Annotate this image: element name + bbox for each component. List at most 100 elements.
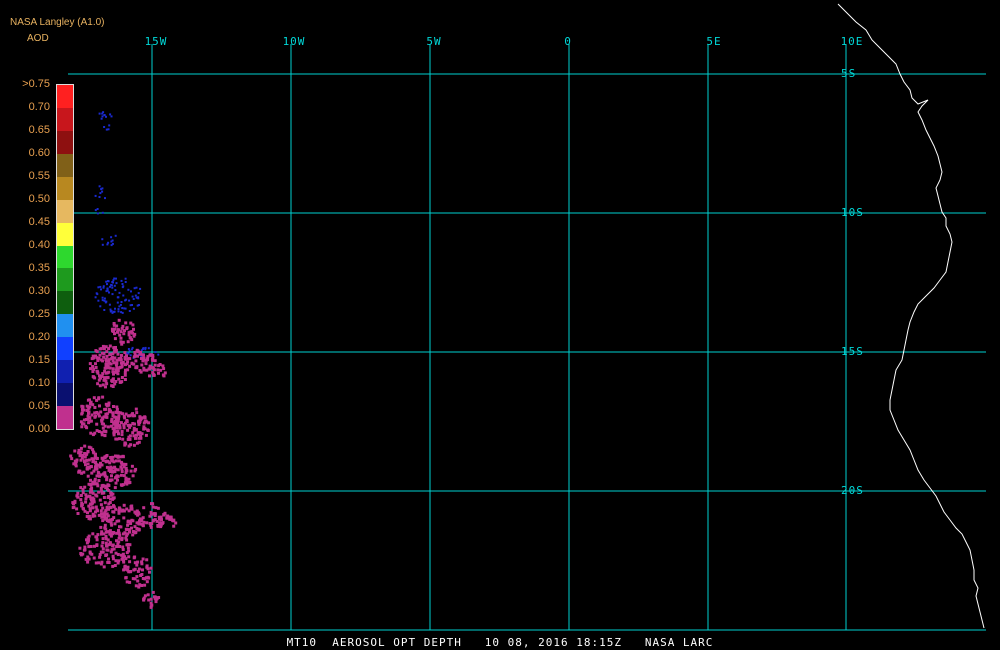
- aod-pixel: [107, 407, 111, 411]
- aod-pixel: [99, 509, 103, 513]
- aod-pixel: [130, 464, 134, 468]
- aod-pixel: [113, 356, 117, 360]
- aod-pixel: [94, 466, 98, 470]
- aod-pixel: [127, 509, 131, 513]
- aod-pixel: [79, 450, 83, 454]
- aod-pixel: [109, 550, 113, 554]
- aod-pixel: [137, 420, 140, 424]
- colorbar-tick-label: 0.05: [28, 400, 50, 412]
- aod-pixel: [102, 355, 106, 359]
- aod-pixel: [119, 553, 123, 557]
- aod-pixel: [109, 478, 113, 482]
- aod-pixel: [143, 594, 147, 598]
- aod-pixel: [117, 506, 121, 510]
- aod-pixel: [109, 285, 111, 288]
- colorbar-swatch: [57, 383, 73, 407]
- aod-pixel: [145, 580, 149, 584]
- aod-pixel: [120, 301, 123, 303]
- aod-pixel: [113, 284, 116, 287]
- aod-pixel: [98, 404, 101, 408]
- aod-pixel: [82, 408, 86, 412]
- colorbar-tick-label: >0.75: [22, 78, 50, 90]
- aod-pixel: [96, 382, 100, 386]
- aod-pixel: [91, 365, 95, 368]
- aod-pixel: [129, 304, 132, 307]
- aod-pixel: [80, 412, 84, 416]
- aod-pixel: [104, 508, 108, 512]
- aod-pixel: [136, 513, 140, 517]
- aod-pixel: [104, 429, 108, 433]
- aod-pixel: [120, 279, 123, 282]
- aod-pixel: [91, 354, 95, 358]
- aod-pixel: [121, 437, 125, 441]
- aod-pixel: [120, 433, 124, 437]
- aod-pixel: [162, 367, 166, 371]
- aod-pixel: [95, 292, 98, 295]
- aod-pixel: [112, 430, 116, 434]
- aod-pixel: [101, 417, 105, 421]
- lon-label-0: 0: [564, 35, 572, 48]
- aod-pixel: [139, 350, 142, 354]
- aod-pixel: [94, 362, 97, 366]
- aod-pixel: [92, 457, 95, 461]
- aod-pixel: [145, 521, 149, 525]
- aod-pixel: [122, 294, 125, 297]
- aod-pixel: [110, 236, 113, 239]
- aod-pixel: [111, 329, 114, 333]
- colorbar-swatch: [57, 406, 73, 430]
- aod-pixel: [87, 545, 91, 549]
- aod-pixel: [116, 296, 119, 299]
- aod-pixel: [101, 426, 105, 430]
- aod-pixel: [133, 287, 136, 290]
- aod-pixel: [111, 239, 114, 242]
- aod-pixel: [128, 414, 132, 418]
- aod-pixel: [127, 333, 131, 337]
- aod-pixel: [127, 555, 131, 559]
- aod-pixel: [159, 525, 163, 529]
- aod-pixel: [133, 422, 136, 426]
- aod-pixel: [96, 212, 99, 215]
- aod-pixel: [120, 430, 124, 433]
- aod-pixel: [131, 331, 135, 335]
- aod-pixel: [69, 454, 73, 458]
- aod-pixel: [132, 434, 136, 438]
- aod-pixel: [145, 558, 149, 562]
- aod-pixel: [106, 283, 108, 286]
- aod-pixel: [111, 497, 115, 501]
- aod-pixel: [94, 209, 97, 212]
- aod-pixel: [140, 584, 144, 587]
- colorbar-tick-label: 0.15: [28, 354, 50, 366]
- aod-pixel: [111, 544, 115, 548]
- aod-pixel: [101, 547, 105, 551]
- aod-pixel: [149, 566, 153, 570]
- aod-pixel: [124, 557, 128, 561]
- aod-pixel: [163, 371, 167, 375]
- aod-pixel: [121, 454, 125, 458]
- aod-pixel: [78, 546, 82, 550]
- aod-pixel: [103, 523, 107, 527]
- aod-pixel: [86, 560, 90, 564]
- aod-pixel: [104, 385, 107, 389]
- aod-pixel: [94, 493, 98, 497]
- aod-pixel: [97, 286, 100, 289]
- aod-pixel: [91, 403, 95, 407]
- aod-pixel: [117, 357, 121, 361]
- aod-pixel: [131, 577, 135, 581]
- aod-pixel: [95, 429, 99, 433]
- aod-pixel: [106, 459, 110, 463]
- aod-pixel: [94, 194, 97, 197]
- aod-pixel: [121, 286, 124, 289]
- aod-pixel: [128, 520, 131, 524]
- aod-pixel: [158, 363, 162, 366]
- aod-pixel: [103, 474, 107, 478]
- aod-pixel: [89, 446, 93, 450]
- aod-pixel: [104, 527, 108, 531]
- aod-pixel: [101, 243, 104, 246]
- map-viewer: { "header": { "source": "NASA Langley (A…: [0, 0, 1000, 650]
- aod-pixel: [120, 376, 124, 379]
- aod-pixel: [157, 353, 160, 356]
- aod-pixel: [103, 297, 106, 300]
- aod-pixel: [155, 519, 159, 523]
- aod-pixel: [88, 482, 92, 486]
- colorbar-swatch: [57, 245, 73, 269]
